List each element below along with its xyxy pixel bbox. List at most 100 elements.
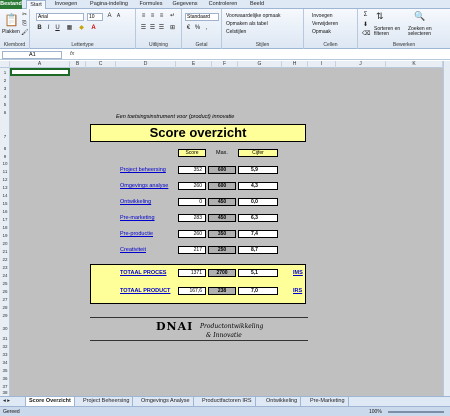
align-right-icon[interactable]: ☰: [158, 25, 165, 32]
row-header[interactable]: 24: [0, 273, 10, 278]
font-name-select[interactable]: Arial: [36, 13, 84, 21]
insert-cells-button[interactable]: Invoegen: [312, 13, 333, 19]
currency-icon[interactable]: €: [185, 25, 192, 32]
tab-start[interactable]: Start: [26, 0, 46, 9]
row-header[interactable]: 23: [0, 265, 10, 270]
sheet-tab-ontwikkeling[interactable]: Ontwikkeling: [263, 397, 302, 406]
selected-cell-a1[interactable]: [10, 68, 70, 76]
fill-color-icon[interactable]: ◆: [78, 25, 85, 32]
row-header[interactable]: 18: [0, 225, 10, 230]
cijfer-cell[interactable]: 4,3: [238, 182, 278, 190]
wrap-text-icon[interactable]: ↵: [169, 13, 176, 20]
sort-filter-button[interactable]: Sorteren en filteren: [374, 27, 404, 37]
row-header[interactable]: 9: [0, 154, 10, 159]
row-header[interactable]: 22: [0, 257, 10, 262]
link-pre-productie[interactable]: Pre-productie: [120, 230, 153, 238]
cijfer-cell[interactable]: 8,7: [238, 246, 278, 254]
italic-icon[interactable]: I: [45, 25, 52, 32]
tab-invoegen[interactable]: Invoegen: [50, 0, 82, 9]
row-header[interactable]: 15: [0, 201, 10, 206]
score-cell[interactable]: 260: [178, 182, 206, 190]
row-header[interactable]: 12: [0, 177, 10, 182]
row-header[interactable]: 37: [0, 384, 10, 389]
score-cell[interactable]: 352: [178, 166, 206, 174]
row-header[interactable]: 35: [0, 368, 10, 373]
align-left-icon[interactable]: ☰: [140, 25, 147, 32]
row-header[interactable]: 4: [0, 94, 10, 99]
delete-cells-button[interactable]: Verwijderen: [312, 21, 338, 27]
cijfer-cell[interactable]: 7,4: [238, 230, 278, 238]
worksheet-grid[interactable]: Een toetsingsinstrument voor (product) i…: [10, 68, 443, 396]
sheet-tab-omgevings-analyse[interactable]: Omgevings Analyse: [138, 397, 194, 406]
paste-button[interactable]: Plakken: [2, 29, 20, 35]
percent-icon[interactable]: %: [194, 25, 201, 32]
tab-formules[interactable]: Formules: [136, 0, 166, 9]
link-totaal-product[interactable]: TOTAAL PRODUCT: [120, 287, 170, 295]
row-header[interactable]: 34: [0, 360, 10, 365]
autosum-icon[interactable]: Σ: [362, 12, 369, 19]
row-header[interactable]: 32: [0, 344, 10, 349]
total-cijfer-cell[interactable]: 7,0: [238, 287, 278, 295]
clear-icon[interactable]: ⌫: [362, 31, 370, 38]
grow-font-icon[interactable]: A: [106, 13, 113, 20]
column-header[interactable]: C: [86, 61, 116, 68]
link-totaal-proces[interactable]: TOTAAL PROCES: [120, 269, 166, 277]
row-header[interactable]: 14: [0, 193, 10, 198]
row-header[interactable]: 31: [0, 336, 10, 341]
bold-icon[interactable]: B: [36, 25, 43, 32]
row-header[interactable]: 28: [0, 305, 10, 310]
fx-icon[interactable]: fx: [70, 51, 74, 57]
max-cell[interactable]: 350: [208, 230, 236, 238]
tab-pagina-indeling[interactable]: Pagina-indeling: [86, 0, 132, 9]
row-header[interactable]: 16: [0, 209, 10, 214]
row-header[interactable]: 11: [0, 169, 10, 174]
shrink-font-icon[interactable]: A: [115, 13, 122, 20]
format-cells-button[interactable]: Opmaak: [312, 29, 331, 35]
row-header[interactable]: 25: [0, 281, 10, 286]
row-header[interactable]: 8: [0, 146, 10, 151]
irs-label[interactable]: IRS: [293, 287, 302, 295]
underline-icon[interactable]: U: [54, 25, 61, 32]
row-header[interactable]: 33: [0, 352, 10, 357]
row-header[interactable]: 6: [0, 110, 10, 115]
cell-styles-button[interactable]: Celstijlen: [226, 29, 246, 35]
score-cell[interactable]: 217: [178, 246, 206, 254]
link-project-beheersing[interactable]: Project beheersing: [120, 166, 166, 174]
conditional-format-button[interactable]: Voorwaardelijke opmaak: [226, 13, 280, 19]
column-header[interactable]: G: [238, 61, 282, 68]
cijfer-cell[interactable]: 6,3: [238, 214, 278, 222]
row-header[interactable]: 27: [0, 297, 10, 302]
sheet-tab-productfactoren-irs[interactable]: Productfactoren IRS: [199, 397, 256, 406]
fill-icon[interactable]: ⬇: [362, 22, 369, 29]
align-top-icon[interactable]: ≡: [140, 13, 147, 20]
link-omgevings-analyse[interactable]: Omgevings analyse: [120, 182, 168, 190]
score-cell[interactable]: 283: [178, 214, 206, 222]
total-max-cell[interactable]: 2700: [208, 269, 236, 277]
paste-icon[interactable]: 📋: [4, 13, 19, 27]
row-header[interactable]: 30: [0, 326, 10, 331]
merge-icon[interactable]: ⊞: [169, 25, 176, 32]
font-color-icon[interactable]: A: [90, 25, 97, 32]
sheet-tab-project-beheersing[interactable]: Project Beheersing: [80, 397, 134, 406]
row-header[interactable]: 29: [0, 313, 10, 318]
row-header[interactable]: 21: [0, 249, 10, 254]
column-header[interactable]: I: [308, 61, 336, 68]
name-box[interactable]: A1: [2, 51, 62, 59]
select-all-corner[interactable]: [0, 61, 10, 68]
sheet-tab-pre-marketing[interactable]: Pre-Marketing: [307, 397, 349, 406]
find-select-button[interactable]: Zoeken en selecteren: [408, 27, 446, 37]
total-score-cell[interactable]: 167,6: [178, 287, 206, 295]
cijfer-cell[interactable]: 0,0: [238, 198, 278, 206]
zoom-slider[interactable]: [388, 411, 444, 413]
sheet-tab-score-overzicht[interactable]: Score Overzicht: [26, 397, 75, 406]
tab-controleren[interactable]: Controleren: [204, 0, 242, 9]
column-header[interactable]: H: [282, 61, 308, 68]
link-ontwikkeling[interactable]: Ontwikkeling: [120, 198, 151, 206]
max-cell[interactable]: 250: [208, 246, 236, 254]
align-middle-icon[interactable]: ≡: [149, 13, 156, 20]
total-max-cell[interactable]: 238: [208, 287, 236, 295]
row-header[interactable]: 5: [0, 102, 10, 107]
borders-icon[interactable]: ▦: [66, 25, 73, 32]
score-cell[interactable]: 0: [178, 198, 206, 206]
tab-gegevens[interactable]: Gegevens: [170, 0, 200, 9]
